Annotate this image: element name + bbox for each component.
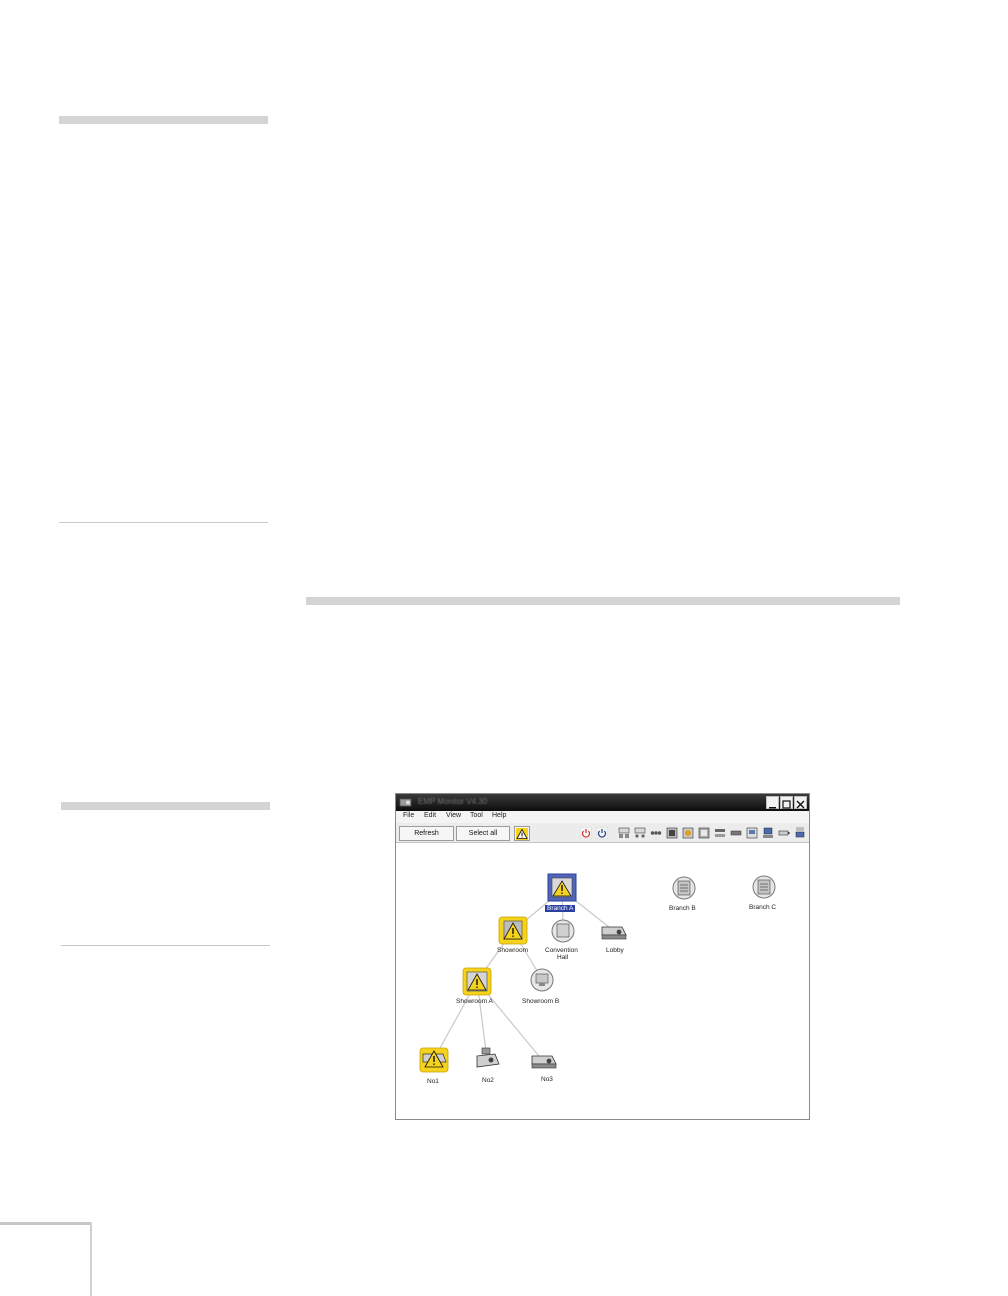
folder-icon <box>556 923 570 938</box>
menu-tool[interactable]: Tool <box>470 812 483 819</box>
input-video-icon[interactable] <box>634 827 646 839</box>
input-svideo-icon[interactable] <box>666 827 678 839</box>
sidebar-divider <box>59 522 268 523</box>
node-label-branch-c[interactable]: Branch C <box>749 904 776 911</box>
node-label-showroom-a[interactable]: Showroom A <box>456 998 493 1005</box>
node-label-branch-b[interactable]: Branch B <box>669 905 696 912</box>
power-off-icon[interactable] <box>596 827 608 839</box>
maximize-icon <box>782 800 791 809</box>
menu-help[interactable]: Help <box>492 812 506 819</box>
warning-icon <box>516 828 528 840</box>
input-computer-icon[interactable] <box>618 827 630 839</box>
folder-icon <box>535 973 549 984</box>
input-easymp-icon[interactable] <box>698 827 710 839</box>
node-showroom[interactable] <box>498 916 528 945</box>
node-no2[interactable] <box>476 1047 500 1068</box>
input-network-icon[interactable] <box>714 827 726 839</box>
device-tree-canvas: Branch A Branch B Branch C Showroom Conv… <box>396 843 809 1119</box>
refresh-button[interactable]: Refresh <box>399 826 454 841</box>
menu-view[interactable]: View <box>446 812 461 819</box>
note-top-rule <box>61 802 270 810</box>
sidebar-top-rule <box>59 116 268 124</box>
menu-edit[interactable]: Edit <box>424 812 436 819</box>
minimize-icon <box>769 807 776 809</box>
node-label-convention-hall-line1[interactable]: Convention <box>545 947 578 954</box>
node-branch-b[interactable] <box>672 876 696 900</box>
maximize-button[interactable] <box>780 796 793 809</box>
select-all-button[interactable]: Select all <box>456 826 510 841</box>
node-lobby[interactable] <box>601 926 627 940</box>
freeze-icon[interactable] <box>746 827 758 839</box>
node-label-no2[interactable]: No2 <box>482 1077 494 1084</box>
emp-monitor-window: EMP Monitor V4.30 File Edit View Tool He… <box>395 793 810 1120</box>
node-label-lobby[interactable]: Lobby <box>606 947 624 954</box>
node-label-no1[interactable]: No1 <box>427 1078 439 1085</box>
app-icon <box>399 798 412 807</box>
input-dvi-icon[interactable] <box>682 827 694 839</box>
note-bottom-rule <box>61 945 270 946</box>
node-label-branch-a[interactable]: Branch A <box>545 905 576 912</box>
window-title: EMP Monitor V4.30 <box>418 797 488 806</box>
computer-icon[interactable] <box>762 827 774 839</box>
input-component-icon[interactable] <box>650 827 662 839</box>
menu-bar: File Edit View Tool Help <box>396 811 809 823</box>
page-corner-tab <box>90 1222 92 1296</box>
node-label-convention-hall-line2[interactable]: Hall <box>557 954 568 961</box>
menu-file[interactable]: File <box>403 812 414 819</box>
power-on-icon[interactable] <box>580 827 592 839</box>
node-label-no3[interactable]: No3 <box>541 1076 553 1083</box>
av-mute-icon[interactable] <box>730 827 742 839</box>
node-label-showroom[interactable]: Showroom <box>497 947 528 954</box>
section-rule <box>306 597 900 605</box>
toolbar: Refresh Select all <box>396 823 809 843</box>
page-corner-line <box>0 1222 92 1225</box>
node-no3[interactable] <box>531 1055 557 1069</box>
node-branch-c[interactable] <box>752 875 776 899</box>
node-branch-a[interactable] <box>547 873 577 902</box>
title-bar[interactable]: EMP Monitor V4.30 <box>396 794 809 811</box>
node-showroom-a[interactable] <box>462 967 492 996</box>
projector-icon <box>531 1055 557 1065</box>
network-monitor-icon[interactable] <box>794 827 806 839</box>
tree-graph <box>419 873 776 1073</box>
projector-icon <box>601 926 627 936</box>
battery-icon[interactable] <box>778 827 790 839</box>
close-icon <box>796 800 805 809</box>
node-label-showroom-b[interactable]: Showroom B <box>522 998 559 1005</box>
projector-icon <box>476 1053 500 1068</box>
close-button[interactable] <box>794 796 807 809</box>
node-convention-hall[interactable] <box>551 919 575 943</box>
warning-filter-button[interactable] <box>514 826 530 841</box>
node-showroom-b[interactable] <box>530 968 554 992</box>
minimize-button[interactable] <box>766 796 779 809</box>
node-no1[interactable] <box>419 1047 449 1073</box>
